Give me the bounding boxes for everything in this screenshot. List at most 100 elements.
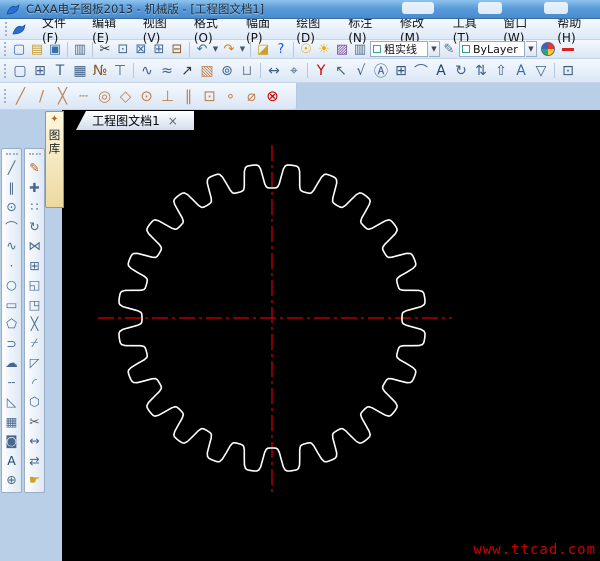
arrow-style-icon[interactable]: ⇧ (491, 61, 511, 81)
spline-icon[interactable]: ∿ (3, 236, 21, 256)
rotate-dim-icon[interactable]: ↻ (451, 61, 471, 81)
paste-special-icon[interactable]: ⊟ (168, 41, 186, 58)
text-box-icon[interactable]: A (511, 61, 531, 81)
line-icon[interactable]: ╱ (3, 158, 21, 178)
sketch-icon[interactable]: ◺ (3, 392, 21, 412)
drawing-frame-icon[interactable]: ▢ (10, 61, 30, 81)
explode-icon[interactable]: ⬡ (26, 392, 44, 412)
ellipse-icon[interactable]: ○ (3, 275, 21, 295)
toolbar-grip[interactable] (4, 89, 6, 103)
cross-lines-icon[interactable]: ╳ (52, 86, 73, 107)
axis-line-icon[interactable]: ╌ (3, 373, 21, 393)
parallel-icon[interactable]: ∥ (3, 178, 21, 198)
corner-icon[interactable]: ◸ (26, 353, 44, 373)
toolbar-grip[interactable] (4, 64, 6, 78)
arc-dim-icon[interactable]: ⌒ (411, 61, 431, 81)
parameter-table-icon[interactable]: ▦ (70, 61, 90, 81)
datum-symbol-icon[interactable]: Ⓐ (371, 61, 391, 81)
library-panel-tab[interactable]: ✦ 图库 (45, 111, 64, 208)
toolbar-grip[interactable] (29, 153, 41, 155)
tangent-line-icon[interactable]: ⌀ (241, 86, 262, 107)
minimize-button[interactable] (402, 2, 434, 14)
library-icon[interactable]: ⊕ (3, 470, 21, 490)
flange-icon[interactable]: ⊔ (237, 61, 257, 81)
fillet-icon[interactable]: ◜ (26, 373, 44, 393)
polygon-icon[interactable]: ⬠ (3, 314, 21, 334)
dim-coordinate-icon[interactable]: ⌖ (284, 61, 304, 81)
trim-icon[interactable]: ⌿ (26, 334, 44, 354)
scale-icon[interactable]: ◳ (26, 295, 44, 315)
circle-icon[interactable]: ⊙ (3, 197, 21, 217)
hatch-icon[interactable]: ▧ (197, 61, 217, 81)
tab-close-icon[interactable]: × (168, 114, 178, 128)
line-angle-icon[interactable]: ∕ (31, 86, 52, 107)
snip-icon[interactable]: ✂ (26, 412, 44, 432)
surface-roughness-icon[interactable]: √ (351, 61, 371, 81)
drawing-canvas[interactable]: 工程图文档1 × www.ttcad.com (62, 110, 600, 561)
color-combo[interactable]: ByLayer▼ (458, 41, 537, 57)
title-block-icon[interactable]: T (50, 61, 70, 81)
toolbar-grip[interactable] (6, 153, 18, 155)
help-icon[interactable]: ? (272, 41, 290, 58)
ole-insert-icon[interactable]: ◪ (254, 41, 272, 58)
maximize-button[interactable] (478, 2, 502, 14)
color-wheel-icon[interactable] (541, 42, 555, 56)
block-circle-icon[interactable]: ⊡ (199, 86, 220, 107)
line-two-point-icon[interactable]: ╱ (10, 86, 31, 107)
dim-icon[interactable]: ↔ (26, 431, 44, 451)
tolerance-frame-icon[interactable]: ⊞ (391, 61, 411, 81)
save-file-icon[interactable]: ▣ (46, 41, 64, 58)
block-icon[interactable]: ◙ (3, 431, 21, 451)
wave-line-icon[interactable]: ≈ (157, 61, 177, 81)
vertical-text-icon[interactable]: ⇅ (471, 61, 491, 81)
dim-edit-icon[interactable]: ⇄ (26, 451, 44, 471)
datum-target-icon[interactable]: ▽ (531, 61, 551, 81)
point-icon[interactable]: · (3, 256, 21, 276)
combo-dropdown-icon[interactable]: ▼ (526, 41, 537, 57)
layer-bulb-icon[interactable]: ☉ (297, 41, 315, 58)
stretch-icon[interactable]: ◱ (26, 275, 44, 295)
polygon-icon[interactable]: ◇ (115, 86, 136, 107)
text-style-icon[interactable]: A (431, 61, 451, 81)
close-button[interactable] (544, 2, 568, 14)
copy-basepoint-icon[interactable]: ⊠ (132, 41, 150, 58)
cut-icon[interactable]: ✂ (96, 41, 114, 58)
mirror-icon[interactable]: ⋈ (26, 236, 44, 256)
toolbar-grip[interactable] (4, 42, 6, 56)
document-tab[interactable]: 工程图文档1 × (76, 111, 194, 130)
menu-grip[interactable] (5, 22, 7, 36)
perpendicular-icon[interactable]: ⊥ (157, 86, 178, 107)
bom-table-icon[interactable]: ⊤ (110, 61, 130, 81)
serial-number-icon[interactable]: № (90, 61, 110, 81)
print-icon[interactable]: ▥ (71, 41, 89, 58)
layer-settings-icon[interactable]: ✎ (440, 41, 458, 58)
rectangle-icon[interactable]: ▭ (3, 295, 21, 315)
leader-arrow-icon[interactable]: ↗ (177, 61, 197, 81)
centerline-icon[interactable]: ┄ (73, 86, 94, 107)
hand-pick-icon[interactable]: ☛ (26, 470, 44, 490)
redo-icon[interactable]: ↷ (220, 41, 238, 58)
plot-icon[interactable]: ▥ (351, 41, 369, 58)
hole-mark-icon[interactable]: ⊚ (217, 61, 237, 81)
array-icon[interactable]: ⊞ (26, 256, 44, 276)
break-icon[interactable]: ╳ (26, 314, 44, 334)
spline-icon[interactable]: ∿ (137, 61, 157, 81)
brightness-icon[interactable]: ☀ (315, 41, 333, 58)
circle-center-icon[interactable]: ⊙ (136, 86, 157, 107)
rotate-icon[interactable]: ↻ (26, 217, 44, 237)
move-icon[interactable]: ✚ (26, 178, 44, 198)
point-icon[interactable]: ∘ (220, 86, 241, 107)
copy-icon[interactable]: ∷ (26, 197, 44, 217)
pencil-edit-icon[interactable]: ✎ (26, 158, 44, 178)
paste-icon[interactable]: ⊞ (150, 41, 168, 58)
parallel-line-icon[interactable]: ∥ (178, 86, 199, 107)
leader-note-icon[interactable]: ↖ (331, 61, 351, 81)
dim-linear-icon[interactable]: ↔ (264, 61, 284, 81)
layer-icon[interactable]: ▨ (333, 41, 351, 58)
linetype-combo[interactable]: 粗实线▼ (369, 41, 440, 57)
ole-display-icon[interactable]: ⊡ (558, 61, 578, 81)
open-file-icon[interactable]: ▤ (28, 41, 46, 58)
hook-curve-icon[interactable]: ⊃ (3, 334, 21, 354)
dropdown-icon[interactable]: ▼ (211, 45, 220, 53)
concentric-circle-icon[interactable]: ◎ (94, 86, 115, 107)
